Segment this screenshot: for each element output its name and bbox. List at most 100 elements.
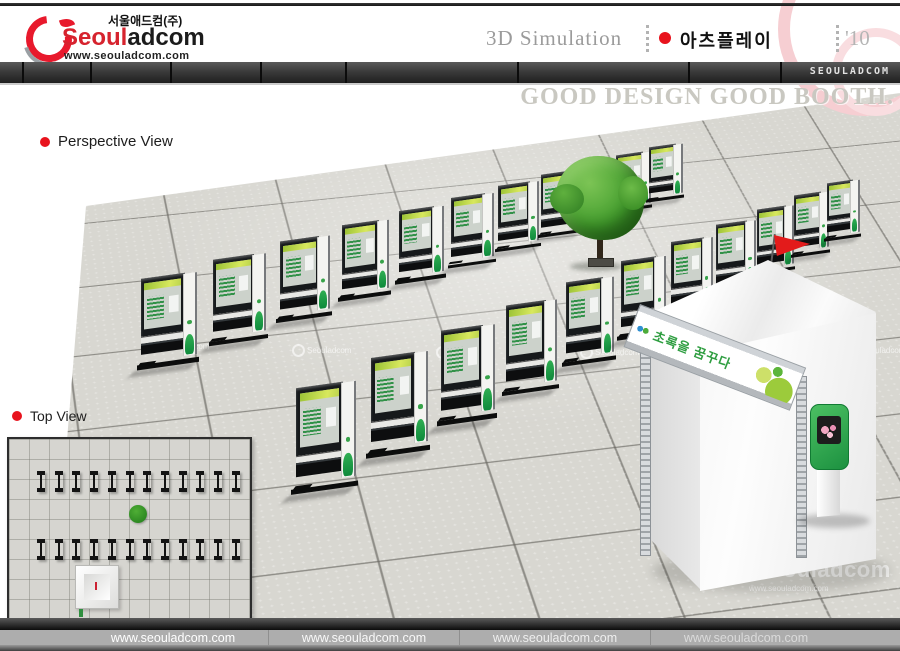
red-bullet-icon <box>40 137 50 147</box>
stand-poster <box>796 196 819 231</box>
logo-brand-dark: adcom <box>127 24 204 51</box>
stand-poster <box>651 147 673 178</box>
top-view-stand <box>37 539 45 560</box>
tree-pot <box>588 258 614 267</box>
stand-poster <box>674 242 701 283</box>
stand-poster <box>444 331 479 384</box>
top-view-label: Top View <box>12 408 87 424</box>
stand-poster <box>300 388 339 447</box>
display-stand <box>296 380 356 494</box>
stand-base <box>502 384 559 397</box>
floor-watermark: Seouladcom <box>292 344 351 357</box>
stand-frame <box>716 220 747 269</box>
truss-leg-right <box>796 376 807 558</box>
stand-poster <box>718 225 744 264</box>
top-view-text: Top View <box>30 408 87 424</box>
stand-base <box>824 234 861 242</box>
stand-side-strip <box>377 219 389 289</box>
stand-poster <box>144 279 180 330</box>
stand-frame <box>213 254 254 315</box>
stand-frame <box>566 277 603 336</box>
top-view-stand <box>232 539 240 560</box>
stand-poster <box>283 241 315 287</box>
page-title: 3D Simulation <box>486 26 622 51</box>
stand-base <box>366 445 430 459</box>
top-view-stand <box>232 471 240 492</box>
navbar-segment-divider <box>260 62 262 83</box>
stand-side-strip <box>673 143 683 194</box>
project-name: 아츠플레이 <box>680 27 773 53</box>
logo-url: www.seouladcom.com <box>64 50 189 62</box>
top-view-stand <box>179 471 187 492</box>
stand-base <box>646 195 684 203</box>
watermark-swoosh-icon <box>12 330 25 343</box>
top-view-stand <box>179 539 187 560</box>
stand-frame <box>141 273 185 337</box>
stand-frame <box>794 192 821 236</box>
top-view-stand <box>214 539 222 560</box>
footer-bottom-strip <box>0 645 900 651</box>
top-view-render <box>7 437 252 621</box>
navbar-segment-divider <box>90 62 92 83</box>
presentation-page: 서울애드컴(주) Seouladcom www.seouladcom.com 3… <box>0 0 900 651</box>
navbar-brand: SEOULADCOM <box>810 66 890 77</box>
page-footer: www.seouladcom.comwww.seouladcom.comwww.… <box>0 618 900 651</box>
navbar-segment-divider <box>345 62 347 83</box>
kiosk-screen <box>817 416 841 444</box>
top-divider <box>0 3 900 6</box>
stand-frame <box>671 237 704 289</box>
stand-poster <box>345 225 375 268</box>
watermark-brand: Seouladcom <box>27 332 71 341</box>
display-stand <box>827 179 860 242</box>
stand-poster <box>501 186 528 223</box>
top-view-stand <box>161 539 169 560</box>
logo-brand-text: Seouladcom <box>62 24 205 52</box>
display-stand <box>280 234 330 322</box>
navbar-segment-divider <box>22 62 24 83</box>
navbar-segment-divider <box>517 62 519 83</box>
top-view-stand <box>90 539 98 560</box>
kiosk-pedestal <box>817 465 840 517</box>
top-view-stand <box>161 471 169 492</box>
stand-base <box>562 355 616 367</box>
perspective-view-label: Perspective View <box>40 133 173 150</box>
top-view-stand <box>108 471 116 492</box>
stand-side-strip <box>544 299 557 382</box>
red-bullet-icon <box>12 411 22 421</box>
stand-poster <box>375 358 412 414</box>
footer-url: www.seouladcom.com <box>651 630 841 645</box>
stand-frame <box>506 300 546 363</box>
logo-brand-red: Seoul <box>62 24 127 51</box>
display-stand <box>371 350 428 458</box>
stand-poster <box>829 183 850 215</box>
top-view-stand <box>126 471 134 492</box>
top-view-stand <box>72 539 80 560</box>
stand-poster <box>454 198 482 237</box>
top-view-stand <box>37 471 45 492</box>
green-kiosk <box>810 404 849 470</box>
footer-dark-strip <box>0 618 900 630</box>
stand-side-strip <box>482 193 494 258</box>
tree-foliage <box>556 156 644 240</box>
perspective-view-text: Perspective View <box>58 133 173 150</box>
tagline-watermark: GOOD DESIGN GOOD BOOTH. <box>520 84 894 111</box>
top-view-stand <box>55 471 63 492</box>
stand-side-strip <box>341 381 356 478</box>
footer-url: www.seouladcom.com <box>460 630 651 645</box>
kiosk-shadow <box>798 514 870 528</box>
top-view-stand <box>214 471 222 492</box>
stand-side-strip <box>252 253 266 332</box>
navbar-segment-divider <box>780 62 782 83</box>
stand-frame <box>371 352 415 422</box>
project-bullet-icon <box>659 32 671 44</box>
footer-url-strip: www.seouladcom.comwww.seouladcom.comwww.… <box>0 630 900 645</box>
stand-base <box>137 357 200 370</box>
stand-base <box>791 249 830 258</box>
top-view-stand <box>72 471 80 492</box>
stand-poster <box>569 282 600 329</box>
stand-frame <box>441 325 483 392</box>
stand-frame <box>296 382 343 456</box>
header-dotted-divider <box>646 25 649 52</box>
stand-frame <box>280 236 319 293</box>
stand-frame <box>342 220 379 274</box>
